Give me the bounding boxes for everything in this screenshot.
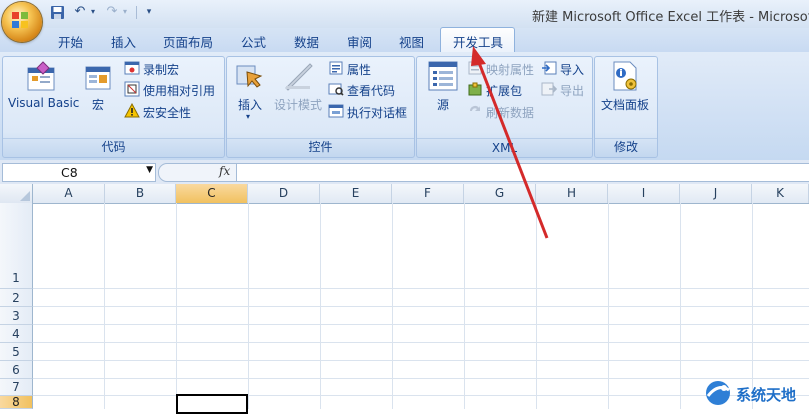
design-mode-icon[interactable] <box>282 60 316 94</box>
column-header-k[interactable]: K <box>752 184 809 203</box>
document-panel-button[interactable]: 文档面板 <box>601 96 649 113</box>
row-header-1[interactable]: 1 <box>0 203 33 289</box>
group-label-controls: 控件 <box>308 140 333 154</box>
tab-view[interactable]: 视图 <box>399 32 424 51</box>
watermark-logo-icon <box>706 381 730 405</box>
record-macro-button[interactable]: 录制宏 <box>143 61 179 78</box>
column-header-c[interactable]: C <box>176 184 248 203</box>
import-button[interactable]: 导入 <box>560 61 584 78</box>
gridline <box>33 324 809 325</box>
insert-dropdown-icon[interactable]: ▾ <box>246 112 250 121</box>
worksheet-grid[interactable] <box>0 184 809 409</box>
document-panel-icon[interactable] <box>609 60 641 94</box>
design-mode-button[interactable]: 设计模式 <box>274 96 322 113</box>
column-header-e[interactable]: E <box>320 184 392 203</box>
annotation-arrow <box>471 46 549 239</box>
redo-icon[interactable]: ↷ <box>104 4 120 20</box>
row-header-2[interactable]: 2 <box>0 289 33 307</box>
select-all-corner[interactable] <box>0 184 33 203</box>
tab-formulas[interactable]: 公式 <box>241 32 266 51</box>
visual-basic-icon[interactable] <box>25 60 59 94</box>
undo-dropdown-icon[interactable]: ▾ <box>88 4 98 20</box>
tab-home[interactable]: 开始 <box>58 32 83 51</box>
group-label-modify: 修改 <box>613 140 638 154</box>
macros-icon[interactable] <box>84 64 114 94</box>
macro-security-button[interactable]: 宏安全性 <box>143 104 191 121</box>
gridline <box>33 395 809 396</box>
visual-basic-button[interactable]: Visual Basic <box>8 96 79 110</box>
tab-review[interactable]: 审阅 <box>347 32 372 51</box>
gridline <box>33 378 809 379</box>
xml-source-button[interactable]: 源 <box>437 96 449 113</box>
watermark: 系统天地 <box>703 377 809 409</box>
relative-reference-icon[interactable] <box>124 81 140 97</box>
insert-function-icon[interactable]: fx <box>219 164 230 178</box>
window-title: 新建 Microsoft Office Excel 工作表 - Microsof… <box>532 10 809 25</box>
column-header-d[interactable]: D <box>248 184 320 203</box>
relative-reference-button[interactable]: 使用相对引用 <box>143 82 215 99</box>
row-header-5[interactable]: 5 <box>0 343 33 361</box>
insert-controls-button[interactable]: 插入 <box>238 96 262 113</box>
row-header-3[interactable]: 3 <box>0 307 33 325</box>
tab-page-layout[interactable]: 页面布局 <box>163 32 213 51</box>
save-icon[interactable] <box>50 5 65 20</box>
redo-dropdown-icon[interactable]: ▾ <box>120 4 130 20</box>
column-header-a[interactable]: A <box>33 184 105 203</box>
undo-icon[interactable]: ↶ <box>72 4 88 20</box>
column-header-j[interactable]: J <box>680 184 752 203</box>
properties-icon[interactable] <box>328 60 344 76</box>
row-header-8[interactable]: 8 <box>0 396 33 409</box>
row-header-4[interactable]: 4 <box>0 325 33 343</box>
tab-insert[interactable]: 插入 <box>111 32 136 51</box>
macros-button[interactable]: 宏 <box>92 96 104 113</box>
insert-controls-icon[interactable] <box>233 60 267 94</box>
office-logo-icon <box>12 12 28 28</box>
xml-source-icon[interactable] <box>427 60 459 94</box>
warning-icon <box>124 103 140 118</box>
record-macro-icon[interactable] <box>124 60 140 76</box>
watermark-text: 系统天地 <box>736 386 797 404</box>
export-button[interactable]: 导出 <box>560 82 584 99</box>
customize-dropdown-icon[interactable]: ▾ <box>144 4 154 20</box>
gridline <box>33 360 809 361</box>
tab-data[interactable]: 数据 <box>294 32 319 51</box>
active-cell-c8[interactable] <box>176 394 248 414</box>
column-header-i[interactable]: I <box>608 184 680 203</box>
qa-separator <box>136 6 137 19</box>
column-header-b[interactable]: B <box>105 184 176 203</box>
gridline <box>33 288 809 289</box>
group-label-code: 代码 <box>101 140 126 154</box>
run-dialog-icon[interactable] <box>328 103 344 119</box>
formula-buttons: fx <box>158 163 238 182</box>
properties-button[interactable]: 属性 <box>347 61 371 78</box>
name-box-value: C8 <box>61 165 78 180</box>
view-code-button[interactable]: 查看代码 <box>347 82 395 99</box>
row-header-6[interactable]: 6 <box>0 361 33 379</box>
run-dialog-button[interactable]: 执行对话框 <box>347 104 407 121</box>
gridline <box>33 342 809 343</box>
view-code-icon[interactable] <box>328 81 344 97</box>
column-header-f[interactable]: F <box>392 184 464 203</box>
name-box-dropdown-icon[interactable]: ▼ <box>146 165 153 175</box>
gridline <box>33 306 809 307</box>
row-header-7[interactable]: 7 <box>0 379 33 396</box>
name-box[interactable]: C8 ▼ <box>2 163 156 182</box>
